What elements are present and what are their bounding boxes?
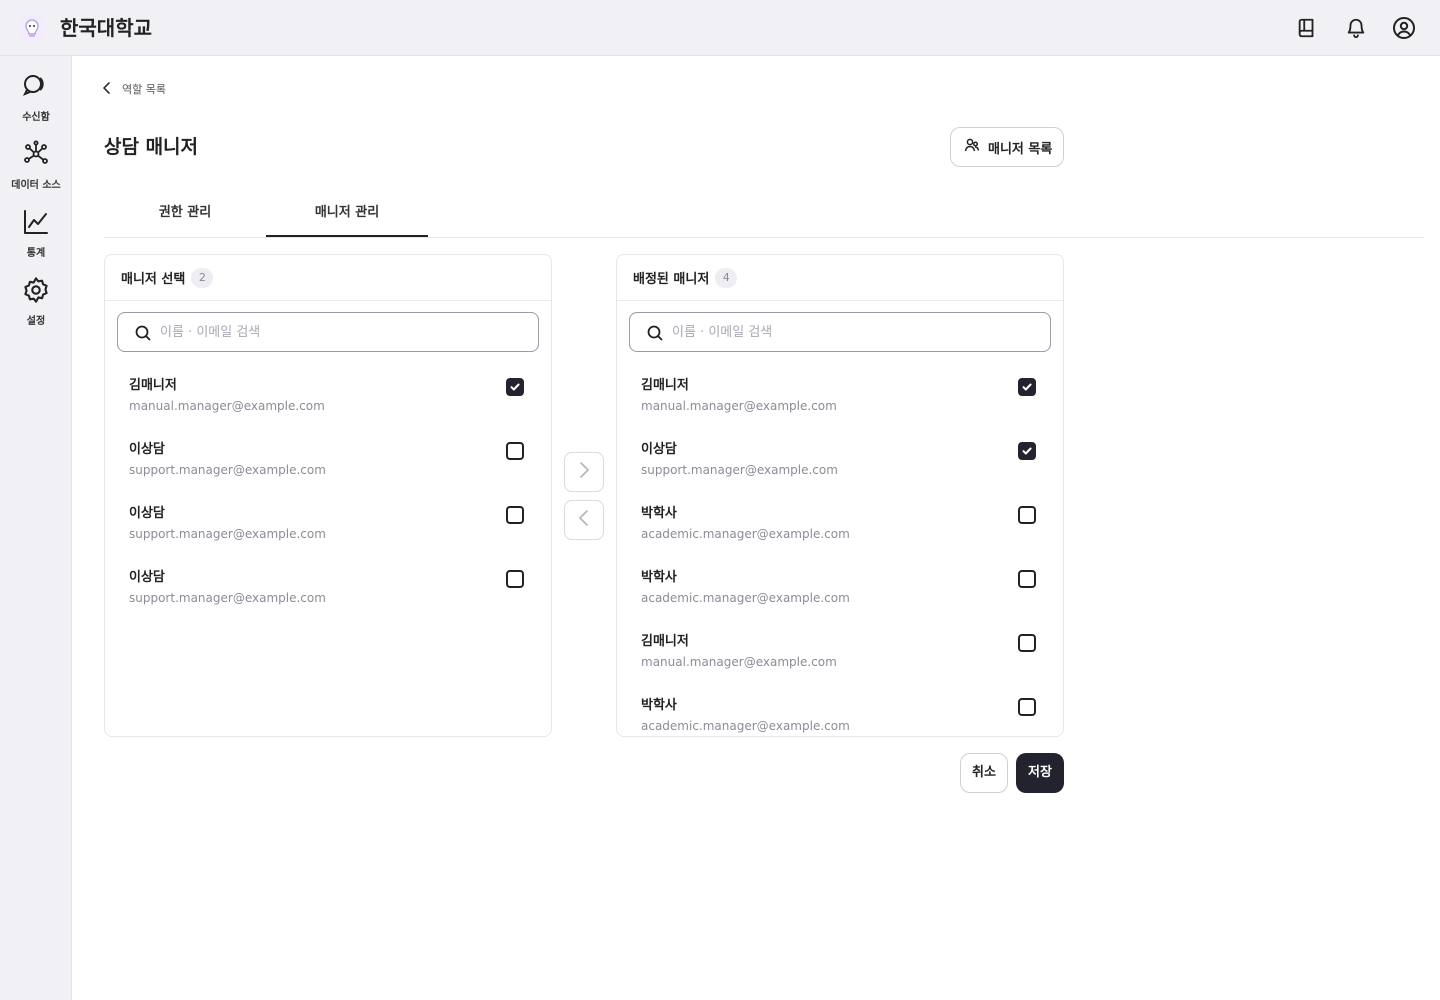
select-checkbox[interactable] <box>1018 442 1036 460</box>
top-bar: 한국대학교 <box>0 0 1440 56</box>
app-title: 한국대학교 <box>60 16 152 40</box>
book-icon[interactable] <box>1293 14 1321 42</box>
panel-title: 배정된 매니저 <box>633 272 710 287</box>
list-item[interactable]: 이상담 support.manager@example.com <box>105 568 551 632</box>
sidebar-item-inbox[interactable]: 수신함 <box>0 72 72 132</box>
manager-email: manual.manager@example.com <box>641 655 837 669</box>
assigned-manager-panel: 배정된 매니저 4 김매니저 manual.manager@example.com… <box>616 254 1064 737</box>
search-field[interactable] <box>117 312 539 352</box>
list-item[interactable]: 박학사 academic.manager@example.com <box>617 696 1063 736</box>
manager-list-button-label: 매니저 목록 <box>988 141 1053 157</box>
manager-email: manual.manager@example.com <box>641 399 837 413</box>
user-account-icon[interactable] <box>1390 14 1418 42</box>
select-checkbox[interactable] <box>1018 570 1036 588</box>
manager-email: academic.manager@example.com <box>641 719 850 733</box>
list-item[interactable]: 김매니저 manual.manager@example.com <box>105 376 551 440</box>
manager-name: 이상담 <box>129 506 165 521</box>
sidebar: 수신함 데이터 소스 통계 설정 <box>0 56 72 1000</box>
manager-name: 이상담 <box>641 442 677 457</box>
sidebar-item-label: 통계 <box>26 248 46 259</box>
panel-header: 매니저 선택 2 <box>105 255 551 301</box>
tabs-divider <box>104 237 1424 238</box>
tab-permission-management[interactable]: 권한 관리 <box>104 190 266 237</box>
sidebar-item-data-source[interactable]: 데이터 소스 <box>0 140 72 200</box>
manager-name: 박학사 <box>641 698 677 713</box>
list-item[interactable]: 김매니저 manual.manager@example.com <box>617 632 1063 696</box>
select-checkbox[interactable] <box>506 378 524 396</box>
select-checkbox[interactable] <box>1018 378 1036 396</box>
manager-email: manual.manager@example.com <box>129 399 325 413</box>
manager-list-button[interactable]: 매니저 목록 <box>950 127 1064 167</box>
back-to-role-list-link[interactable]: 역할 목록 <box>122 81 166 97</box>
list-item[interactable]: 이상담 support.manager@example.com <box>105 504 551 568</box>
list-item[interactable]: 이상담 support.manager@example.com <box>105 440 551 504</box>
bell-icon[interactable] <box>1342 14 1370 42</box>
manager-name: 김매니저 <box>129 378 177 393</box>
select-checkbox[interactable] <box>506 570 524 588</box>
panel-title: 매니저 선택 <box>121 272 186 287</box>
list-item[interactable]: 박학사 academic.manager@example.com <box>617 568 1063 632</box>
manager-email: academic.manager@example.com <box>641 527 850 541</box>
list-item[interactable]: 이상담 support.manager@example.com <box>617 440 1063 504</box>
manager-select-panel: 매니저 선택 2 김매니저 manual.manager@example.com 이… <box>104 254 552 737</box>
select-checkbox[interactable] <box>506 506 524 524</box>
check-icon <box>1022 383 1032 391</box>
manager-email: academic.manager@example.com <box>641 591 850 605</box>
select-checkbox[interactable] <box>506 442 524 460</box>
select-checkbox[interactable] <box>1018 506 1036 524</box>
chevron-right-icon <box>577 461 591 483</box>
manager-name: 박학사 <box>641 506 677 521</box>
sidebar-item-label: 데이터 소스 <box>11 180 61 191</box>
save-button[interactable]: 저장 <box>1016 753 1064 793</box>
sidebar-item-statistics[interactable]: 통계 <box>0 208 72 268</box>
cancel-button[interactable]: 취소 <box>960 753 1008 793</box>
line-chart-icon <box>22 208 50 236</box>
manager-name: 이상담 <box>129 442 165 457</box>
gear-icon <box>22 276 50 304</box>
search-input[interactable] <box>160 321 520 343</box>
select-checkbox[interactable] <box>1018 698 1036 716</box>
app-logo[interactable] <box>16 12 48 44</box>
search-field[interactable] <box>629 312 1051 352</box>
chevron-left-icon <box>100 80 114 99</box>
sidebar-item-settings[interactable]: 설정 <box>0 276 72 336</box>
count-badge: 2 <box>191 267 214 288</box>
move-right-button[interactable] <box>564 452 604 492</box>
sidebar-item-label: 수신함 <box>22 112 50 123</box>
check-icon <box>1022 447 1032 455</box>
search-icon <box>134 324 152 342</box>
page-title: 상담 매니저 <box>104 136 199 158</box>
manager-email: support.manager@example.com <box>641 463 838 477</box>
sidebar-item-label: 설정 <box>26 316 46 327</box>
list-item[interactable]: 김매니저 manual.manager@example.com <box>617 376 1063 440</box>
chevron-left-icon <box>577 509 591 531</box>
move-left-button[interactable] <box>564 500 604 540</box>
manager-email: support.manager@example.com <box>129 463 326 477</box>
search-icon <box>646 324 664 342</box>
check-icon <box>510 383 520 391</box>
panel-header: 배정된 매니저 4 <box>617 255 1063 301</box>
breadcrumb[interactable]: 역할 목록 <box>100 80 166 98</box>
users-icon <box>964 137 980 157</box>
network-icon <box>22 140 50 168</box>
manager-name: 김매니저 <box>641 634 689 649</box>
manager-name: 이상담 <box>129 570 165 585</box>
tab-manager-management[interactable]: 매니저 관리 <box>266 190 428 237</box>
chat-bubbles-icon <box>22 72 50 100</box>
search-input[interactable] <box>672 321 1032 343</box>
manager-name: 김매니저 <box>641 378 689 393</box>
select-checkbox[interactable] <box>1018 634 1036 652</box>
manager-email: support.manager@example.com <box>129 527 326 541</box>
count-badge: 4 <box>715 267 738 288</box>
list-item[interactable]: 박학사 academic.manager@example.com <box>617 504 1063 568</box>
manager-email: support.manager@example.com <box>129 591 326 605</box>
manager-name: 박학사 <box>641 570 677 585</box>
